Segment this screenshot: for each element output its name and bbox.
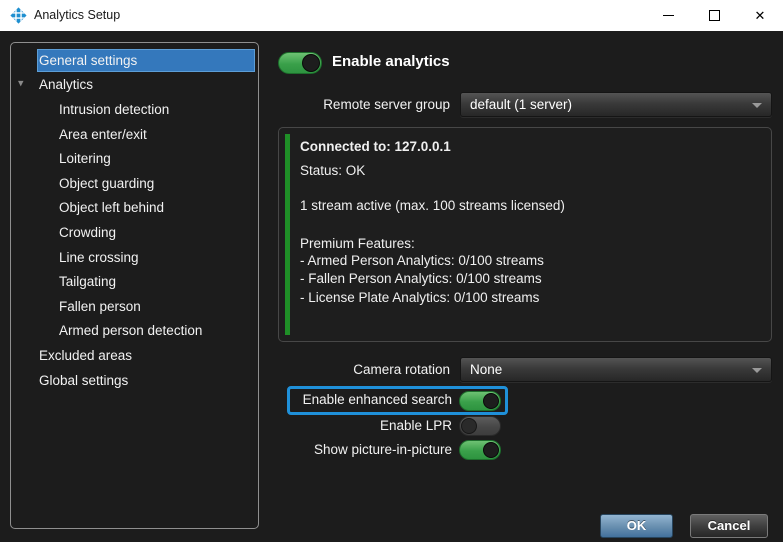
premium-features-list: - Armed Person Analytics: 0/100 streams … — [300, 252, 544, 307]
sidebar-item-label: Fallen person — [59, 299, 141, 314]
maximize-icon — [709, 10, 720, 21]
enable-lpr-label: Enable LPR — [280, 418, 452, 433]
camera-rotation-select[interactable]: None — [460, 357, 772, 382]
sidebar-item-label: Crowding — [59, 225, 116, 240]
sidebar-item-object-guarding[interactable]: ▾ Object guarding — [11, 171, 258, 196]
sidebar-item-crowding[interactable]: ▾ Crowding — [11, 220, 258, 245]
enable-analytics-toggle[interactable] — [278, 52, 322, 74]
connection-status-panel: Connected to: 127.0.0.1 Status: OK 1 str… — [278, 127, 772, 342]
cancel-button[interactable]: Cancel — [690, 514, 768, 538]
close-icon: ✕ — [755, 9, 766, 22]
toggle-knob — [483, 442, 499, 458]
sidebar-item-label: Excluded areas — [39, 348, 132, 363]
show-pip-toggle[interactable] — [459, 440, 501, 460]
window-controls: ✕ — [645, 0, 783, 31]
sidebar-item-excluded-areas[interactable]: ▾ Excluded areas — [11, 343, 258, 368]
chevron-down-icon — [752, 368, 762, 373]
sidebar-item-label: Area enter/exit — [59, 127, 147, 142]
sidebar-item-label: Object guarding — [59, 176, 154, 191]
camera-rotation-label: Camera rotation — [278, 362, 450, 377]
premium-feature-license: - License Plate Analytics: 0/100 streams — [300, 289, 544, 307]
toggle-knob — [302, 54, 320, 72]
close-button[interactable]: ✕ — [737, 0, 783, 31]
status-green-bar — [285, 134, 290, 335]
sidebar-item-label: Global settings — [39, 373, 128, 388]
enable-analytics-label: Enable analytics — [332, 53, 450, 70]
sidebar-item-label: Line crossing — [59, 250, 139, 265]
sidebar-item-label: Object left behind — [59, 200, 164, 215]
settings-nav: ▾ General settings ▾ Analytics ▾ Intrusi… — [10, 42, 259, 529]
enable-lpr-toggle[interactable] — [459, 416, 501, 436]
sidebar-item-analytics[interactable]: ▾ Analytics — [11, 73, 258, 98]
titlebar: Analytics Setup ✕ — [0, 0, 783, 31]
sidebar-item-object-left-behind[interactable]: ▾ Object left behind — [11, 196, 258, 221]
sidebar-item-label: Loitering — [59, 151, 111, 166]
camera-rotation-value: None — [470, 362, 502, 377]
show-pip-label: Show picture-in-picture — [280, 442, 452, 457]
sidebar-item-intrusion-detection[interactable]: ▾ Intrusion detection — [11, 97, 258, 122]
sidebar-item-loitering[interactable]: ▾ Loitering — [11, 146, 258, 171]
sidebar-item-label: Armed person detection — [59, 323, 202, 338]
sidebar-item-fallen-person[interactable]: ▾ Fallen person — [11, 294, 258, 319]
premium-feature-armed: - Armed Person Analytics: 0/100 streams — [300, 252, 544, 270]
sidebar-item-label: Tailgating — [59, 274, 116, 289]
sidebar-item-general-settings[interactable]: ▾ General settings — [11, 48, 258, 73]
sidebar-item-tailgating[interactable]: ▾ Tailgating — [11, 269, 258, 294]
remote-server-group-value: default (1 server) — [470, 97, 572, 112]
remote-server-group-select[interactable]: default (1 server) — [460, 92, 772, 117]
minimize-button[interactable] — [645, 0, 691, 31]
chevron-down-icon — [752, 103, 762, 108]
remote-server-group-label: Remote server group — [278, 97, 450, 112]
status-ok-text: Status: OK — [300, 163, 365, 178]
chevron-down-icon[interactable]: ▾ — [18, 79, 24, 90]
toggle-knob — [461, 418, 477, 434]
ok-button[interactable]: OK — [600, 514, 673, 538]
sidebar-item-line-crossing[interactable]: ▾ Line crossing — [11, 245, 258, 270]
streams-active-text: 1 stream active (max. 100 streams licens… — [300, 198, 565, 213]
maximize-button[interactable] — [691, 0, 737, 31]
premium-features-title: Premium Features: — [300, 236, 415, 251]
toggle-knob — [483, 393, 499, 409]
app-logo-icon — [10, 7, 27, 24]
window-title: Analytics Setup — [34, 8, 120, 22]
premium-feature-fallen: - Fallen Person Analytics: 0/100 streams — [300, 270, 544, 288]
sidebar-item-area-enter-exit[interactable]: ▾ Area enter/exit — [11, 122, 258, 147]
enhanced-search-label: Enable enhanced search — [280, 392, 452, 407]
sidebar-item-global-settings[interactable]: ▾ Global settings — [11, 368, 258, 393]
enhanced-search-toggle[interactable] — [459, 391, 501, 411]
sidebar-item-label: General settings — [39, 53, 137, 68]
analytics-setup-dialog: Analytics Setup ✕ ▾ General settings ▾ A… — [0, 0, 783, 542]
sidebar-item-label: Analytics — [39, 77, 93, 92]
sidebar-item-armed-person-detection[interactable]: ▾ Armed person detection — [11, 319, 258, 344]
minimize-icon — [663, 15, 674, 16]
connected-to-text: Connected to: 127.0.0.1 — [300, 139, 451, 154]
sidebar-item-label: Intrusion detection — [59, 102, 169, 117]
